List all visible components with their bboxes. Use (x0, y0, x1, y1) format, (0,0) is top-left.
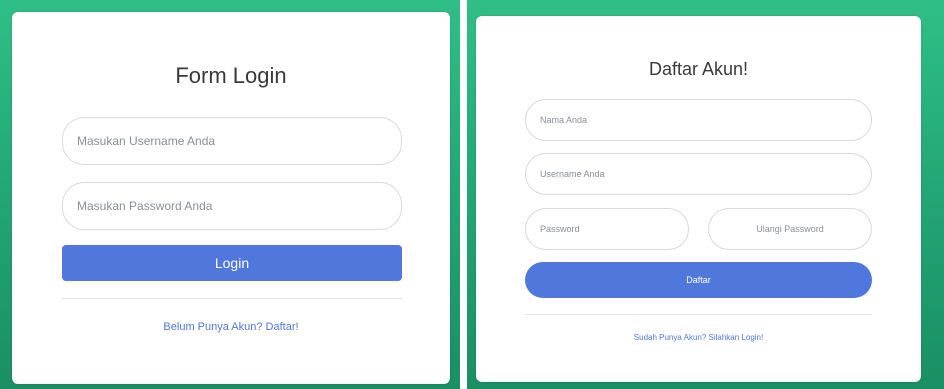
login-panel: Form Login Masukan Username Anda Masukan… (0, 0, 460, 389)
register-title: Daftar Akun! (648, 59, 749, 79)
repeat-password-input[interactable]: Ulangi Password (708, 208, 872, 250)
register-divider (525, 314, 872, 315)
repeat-password-placeholder: Ulangi Password (756, 224, 824, 234)
login-link[interactable]: Sudah Punya Akun? Silahkan Login! (476, 333, 921, 342)
password-input[interactable]: Masukan Password Anda (62, 182, 402, 230)
register-button[interactable]: Daftar (525, 262, 872, 298)
register-panel: Daftar Akun! Nama Anda Username Anda Pas… (467, 0, 944, 389)
register-link[interactable]: Belum Punya Akun? Daftar! (12, 321, 450, 333)
login-button[interactable]: Login (62, 245, 402, 281)
password-placeholder: Masukan Password Anda (77, 199, 213, 213)
username-input[interactable]: Masukan Username Anda (62, 117, 402, 165)
register-username-placeholder: Username Anda (540, 169, 605, 179)
login-button-label: Login (214, 255, 250, 271)
register-card: Daftar Akun! Nama Anda Username Anda Pas… (476, 16, 921, 382)
name-input[interactable]: Nama Anda (525, 99, 872, 141)
login-title: Form Login (175, 63, 287, 88)
name-placeholder: Nama Anda (540, 115, 588, 125)
register-username-input[interactable]: Username Anda (525, 153, 872, 195)
register-password-input[interactable]: Password (525, 208, 689, 250)
login-divider (62, 298, 402, 299)
login-card: Form Login Masukan Username Anda Masukan… (12, 12, 450, 384)
username-placeholder: Masukan Username Anda (77, 134, 216, 148)
register-button-label: Daftar (686, 275, 711, 285)
register-password-placeholder: Password (540, 224, 580, 234)
